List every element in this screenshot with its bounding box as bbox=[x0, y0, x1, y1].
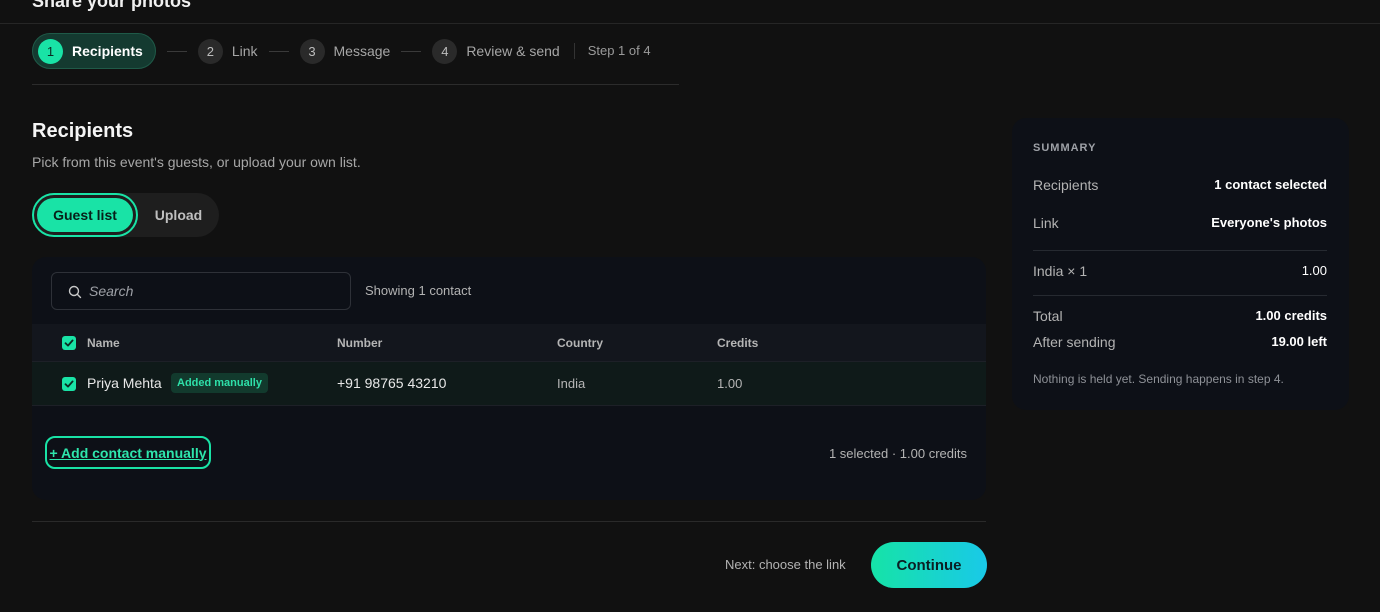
search-box bbox=[51, 272, 351, 310]
selected-summary: 1 selected · 1.00 credits bbox=[828, 446, 967, 461]
summary-line-item: India × 1 1.00 bbox=[1033, 263, 1327, 281]
row-checkbox[interactable] bbox=[62, 377, 76, 391]
contacts-panel: Showing 1 contact Name Number Country Cr… bbox=[32, 257, 986, 500]
summary-card: SUMMARY Recipients 1 contact selected Li… bbox=[1012, 118, 1349, 410]
step-label: Recipients bbox=[72, 43, 143, 59]
step-number: 1 bbox=[38, 38, 63, 64]
summary-link: Link Everyone's photos bbox=[1033, 215, 1327, 233]
step-recipients[interactable]: 1 Recipients bbox=[32, 33, 156, 69]
step-label: Link bbox=[231, 43, 258, 59]
section-title: Recipients bbox=[32, 120, 134, 142]
step-number: 4 bbox=[432, 38, 458, 64]
summary-value: 1.00 bbox=[1301, 263, 1327, 278]
summary-value: Everyone's photos bbox=[1211, 215, 1327, 230]
column-number[interactable]: Number bbox=[337, 336, 382, 350]
step-connector bbox=[268, 50, 289, 52]
check-icon bbox=[64, 380, 74, 388]
step-review-send[interactable]: 4 Review & send bbox=[432, 33, 560, 69]
search-icon bbox=[68, 285, 82, 299]
summary-note: Nothing is held yet. Sending happens in … bbox=[1033, 372, 1284, 386]
summary-recipients: Recipients 1 contact selected bbox=[1033, 177, 1327, 195]
summary-label: Recipients bbox=[1033, 177, 1099, 193]
added-manually-badge: Added manually bbox=[171, 373, 268, 393]
contact-country: India bbox=[557, 376, 586, 391]
step-label: Review & send bbox=[466, 43, 560, 59]
column-country[interactable]: Country bbox=[557, 336, 603, 350]
step-connector bbox=[401, 50, 422, 52]
summary-value: 19.00 left bbox=[1271, 334, 1327, 349]
top-bar: Share your photos bbox=[0, 0, 1380, 24]
source-toggle: Guest list Upload bbox=[32, 193, 219, 237]
divider bbox=[32, 84, 679, 85]
summary-value: 1.00 credits bbox=[1255, 308, 1327, 323]
summary-label: Total bbox=[1033, 308, 1063, 324]
summary-label: India × 1 bbox=[1033, 263, 1088, 279]
check-icon bbox=[64, 339, 74, 347]
guest-list-tab[interactable]: Guest list bbox=[32, 193, 138, 237]
step-number: 3 bbox=[299, 38, 325, 64]
add-contact-button[interactable]: + Add contact manually bbox=[45, 436, 211, 469]
contact-number: +91 98765 43210 bbox=[337, 375, 447, 391]
contact-name: Priya Mehta bbox=[87, 375, 162, 391]
step-connector bbox=[166, 50, 187, 52]
summary-total: Total 1.00 credits bbox=[1033, 308, 1327, 326]
summary-value: 1 contact selected bbox=[1214, 177, 1327, 192]
column-credits[interactable]: Credits bbox=[717, 336, 758, 350]
divider bbox=[1033, 295, 1327, 296]
column-name[interactable]: Name bbox=[87, 336, 120, 350]
page-header-title: Share your photos bbox=[32, 0, 192, 11]
summary-label: Link bbox=[1033, 215, 1059, 231]
divider bbox=[32, 521, 986, 522]
next-hint: Next: choose the link bbox=[725, 557, 846, 572]
contact-credits: 1.00 bbox=[717, 376, 743, 391]
search-input[interactable] bbox=[89, 273, 344, 309]
table-row[interactable]: Priya Mehta Added manually +91 98765 432… bbox=[32, 362, 986, 406]
showing-count: Showing 1 contact bbox=[365, 283, 472, 298]
summary-label: After sending bbox=[1033, 334, 1116, 350]
summary-title: SUMMARY bbox=[1033, 142, 1097, 154]
stepper: 1 Recipients 2 Link 3 Message 4 Review &… bbox=[32, 33, 651, 69]
step-link[interactable]: 2 Link bbox=[197, 33, 258, 69]
divider bbox=[1033, 250, 1327, 251]
step-label: Message bbox=[333, 43, 391, 59]
summary-after-sending: After sending 19.00 left bbox=[1033, 334, 1327, 352]
step-progress: Step 1 of 4 bbox=[573, 43, 651, 59]
upload-tab[interactable]: Upload bbox=[138, 193, 219, 237]
guest-list-label: Guest list bbox=[37, 198, 133, 232]
continue-button[interactable]: Continue bbox=[871, 542, 987, 588]
step-number: 2 bbox=[197, 38, 223, 64]
section-subtitle: Pick from this event's guests, or upload… bbox=[32, 154, 361, 170]
table-header: Name Number Country Credits bbox=[32, 324, 986, 362]
step-message[interactable]: 3 Message bbox=[299, 33, 391, 69]
select-all-checkbox[interactable] bbox=[62, 336, 76, 350]
